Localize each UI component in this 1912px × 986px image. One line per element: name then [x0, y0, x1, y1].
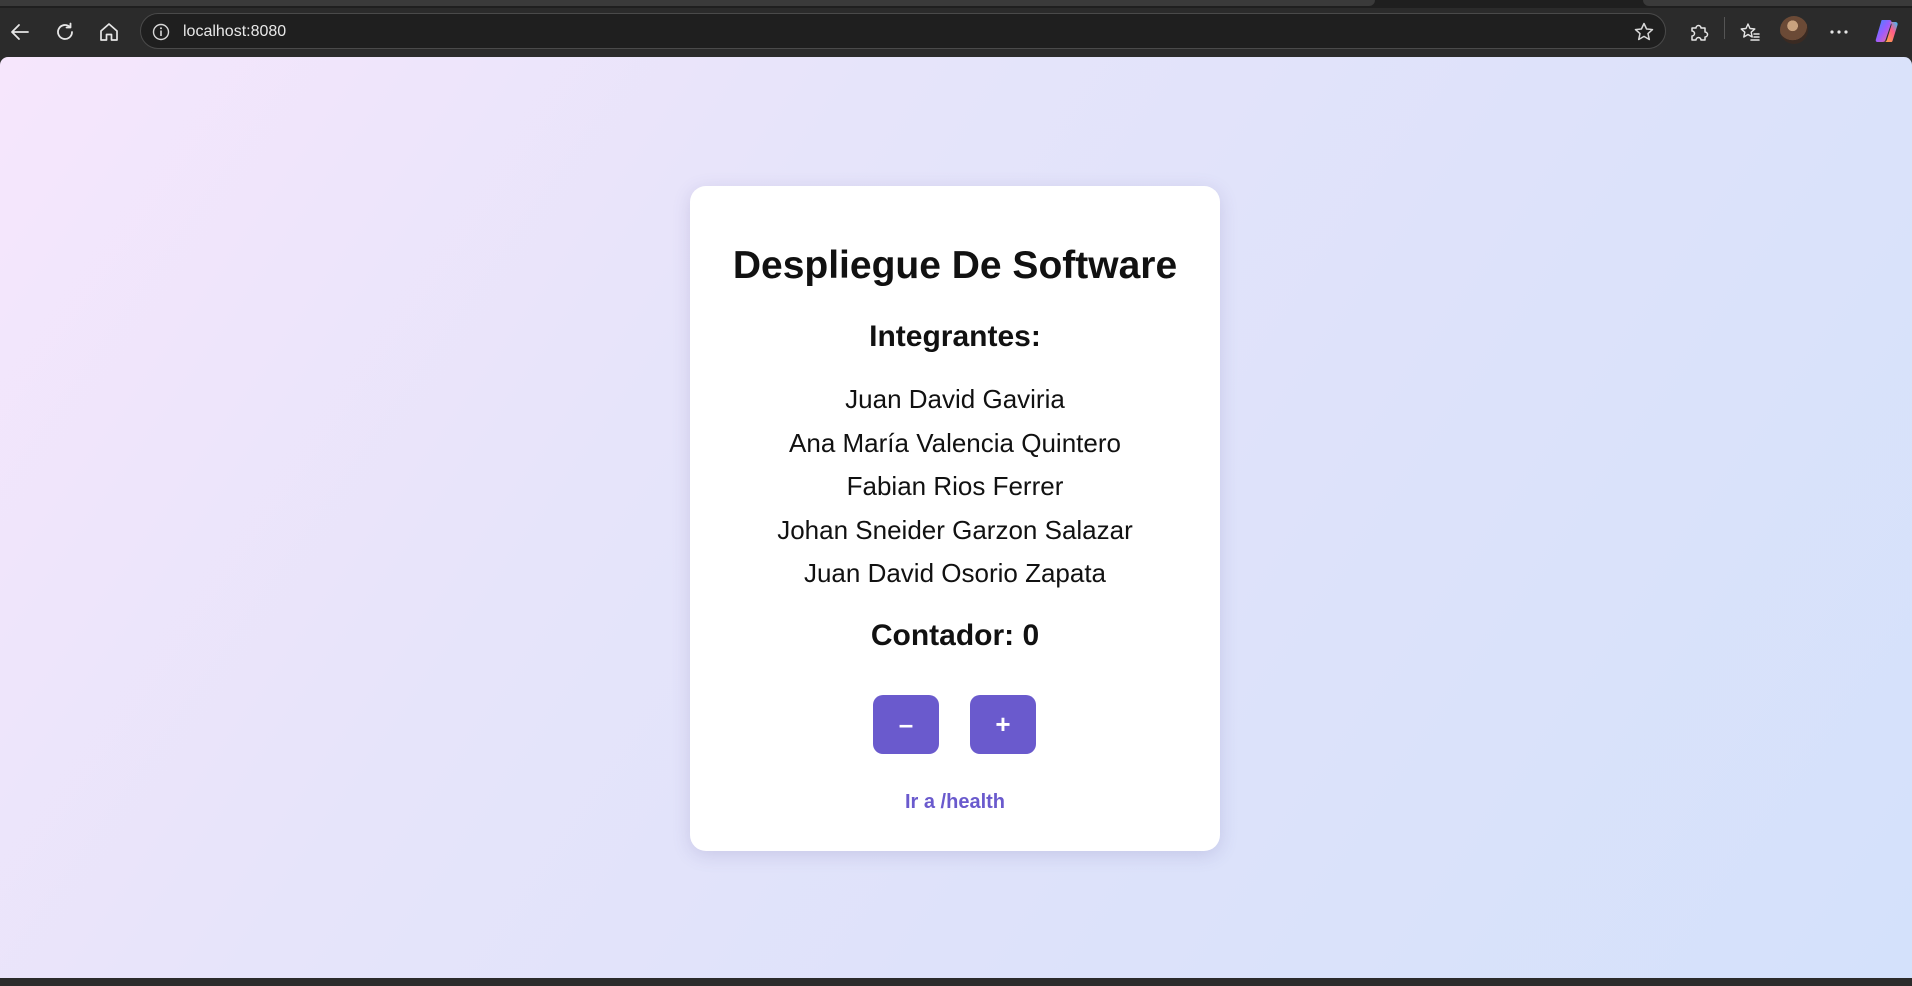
tab-strip	[0, 0, 1912, 8]
favorites-button[interactable]	[1735, 17, 1765, 47]
browser-tab[interactable]	[1643, 0, 1912, 6]
browser-toolbar: localhost:8080	[0, 8, 1912, 56]
info-card: Despliegue De Software Integrantes: Juan…	[690, 186, 1220, 851]
star-icon[interactable]	[1633, 21, 1655, 43]
avatar[interactable]	[1780, 16, 1808, 44]
copilot-icon	[1875, 20, 1898, 43]
browser-window: localhost:8080 Despliegue De Software In…	[0, 0, 1912, 986]
favorites-list-icon	[1740, 23, 1760, 41]
reload-button[interactable]	[50, 17, 80, 47]
list-item: Juan David Osorio Zapata	[803, 558, 1107, 588]
page-title: Despliegue De Software	[732, 244, 1178, 287]
address-bar[interactable]: localhost:8080	[140, 13, 1666, 49]
back-button[interactable]	[5, 17, 35, 47]
copilot-button[interactable]	[1873, 17, 1899, 43]
increment-button[interactable]: +	[970, 695, 1036, 754]
list-item: Fabian Rios Ferrer	[846, 471, 1064, 501]
list-item: Juan David Gaviria	[845, 384, 1065, 414]
decrement-button[interactable]: –	[873, 695, 939, 754]
home-icon	[100, 23, 118, 41]
extensions-button[interactable]	[1684, 17, 1714, 47]
page-viewport: Despliegue De Software Integrantes: Juan…	[0, 57, 1912, 978]
home-button[interactable]	[94, 17, 124, 47]
members-heading: Integrantes:	[869, 320, 1041, 353]
info-icon[interactable]	[151, 22, 171, 42]
health-link[interactable]: Ir a /health	[690, 791, 1220, 814]
url-text[interactable]: localhost:8080	[183, 22, 286, 42]
members-list: Juan David Gaviria Ana María Valencia Qu…	[690, 378, 1220, 596]
list-item: Ana María Valencia Quintero	[789, 427, 1121, 458]
more-dots-icon	[1830, 30, 1848, 34]
toolbar-divider	[1724, 17, 1725, 39]
active-tab[interactable]	[0, 0, 1375, 6]
reload-icon	[57, 22, 73, 40]
back-arrow-icon	[11, 24, 29, 40]
puzzle-icon	[1691, 24, 1709, 41]
counter-display: Contador: 0	[870, 619, 1040, 652]
list-item: Johan Sneider Garzon Salazar	[777, 514, 1133, 545]
more-button[interactable]	[1824, 17, 1854, 47]
